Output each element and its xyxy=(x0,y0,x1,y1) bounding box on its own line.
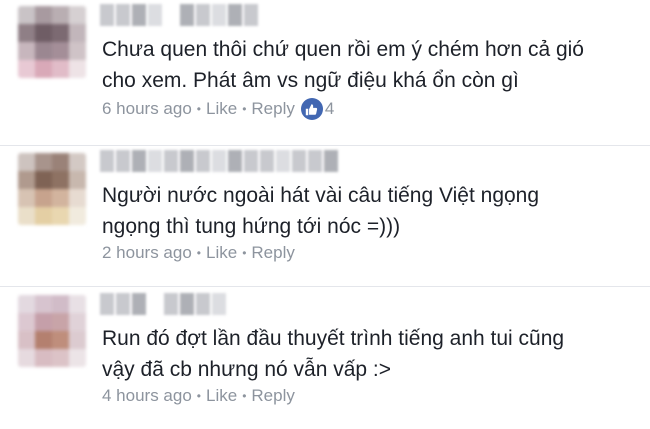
comment-text-line: ngọng thì tung hứng tới nóc =))) xyxy=(102,215,401,238)
like-link[interactable]: Like xyxy=(206,99,237,119)
separator-dot: • xyxy=(242,389,247,403)
comment-text: Run đó đợt lần đầu thuyết trình tiếng an… xyxy=(102,323,632,385)
comment-text-line: Run đó đợt lần đầu thuyết trình tiếng an… xyxy=(102,327,565,350)
timestamp[interactable]: 6 hours ago xyxy=(102,99,192,119)
author-name[interactable] xyxy=(100,4,258,26)
avatar[interactable] xyxy=(18,153,86,225)
comment-text: Chưa quen thôi chứ quen rồi em ý chém hơ… xyxy=(102,34,632,96)
reply-link[interactable]: Reply xyxy=(251,386,294,406)
separator-dot: • xyxy=(196,389,201,403)
separator-dot: • xyxy=(196,102,201,116)
thumbs-up-icon xyxy=(300,98,323,120)
timestamp[interactable]: 4 hours ago xyxy=(102,386,192,406)
timestamp[interactable]: 2 hours ago xyxy=(102,243,192,263)
comment-1: Chưa quen thôi chứ quen rồi em ý chém hơ… xyxy=(0,0,650,145)
comment-3: Run đó đợt lần đầu thuyết trình tiếng an… xyxy=(0,287,650,429)
reply-link[interactable]: Reply xyxy=(251,99,294,119)
comment-text: Người nước ngoài hát vài câu tiếng Việt … xyxy=(102,180,632,242)
comment-text-line: cho xem. Phát âm vs ngữ điệu khá ổn còn … xyxy=(102,69,519,92)
reply-link[interactable]: Reply xyxy=(251,243,294,263)
separator-dot: • xyxy=(242,246,247,260)
separator-dot: • xyxy=(196,246,201,260)
author-name[interactable] xyxy=(100,150,338,172)
comment-meta: 2 hours ago • Like • Reply xyxy=(102,241,295,265)
comment-meta: 6 hours ago • Like • Reply 4 xyxy=(102,97,334,121)
comment-2: Người nước ngoài hát vài câu tiếng Việt … xyxy=(0,146,650,286)
avatar[interactable] xyxy=(18,6,86,78)
comment-text-line: Chưa quen thôi chứ quen rồi em ý chém hơ… xyxy=(102,38,584,61)
comment-text-line: Người nước ngoài hát vài câu tiếng Việt … xyxy=(102,184,540,207)
reaction-count: 4 xyxy=(324,99,335,118)
reaction-summary[interactable]: 4 xyxy=(300,98,335,120)
comment-meta: 4 hours ago • Like • Reply xyxy=(102,384,295,408)
comment-text-line: vậy đã cb nhưng nó vẫn vấp :> xyxy=(102,358,392,381)
like-link[interactable]: Like xyxy=(206,386,237,406)
separator-dot: • xyxy=(242,102,247,116)
author-name[interactable] xyxy=(100,293,226,315)
avatar[interactable] xyxy=(18,295,86,367)
like-link[interactable]: Like xyxy=(206,243,237,263)
